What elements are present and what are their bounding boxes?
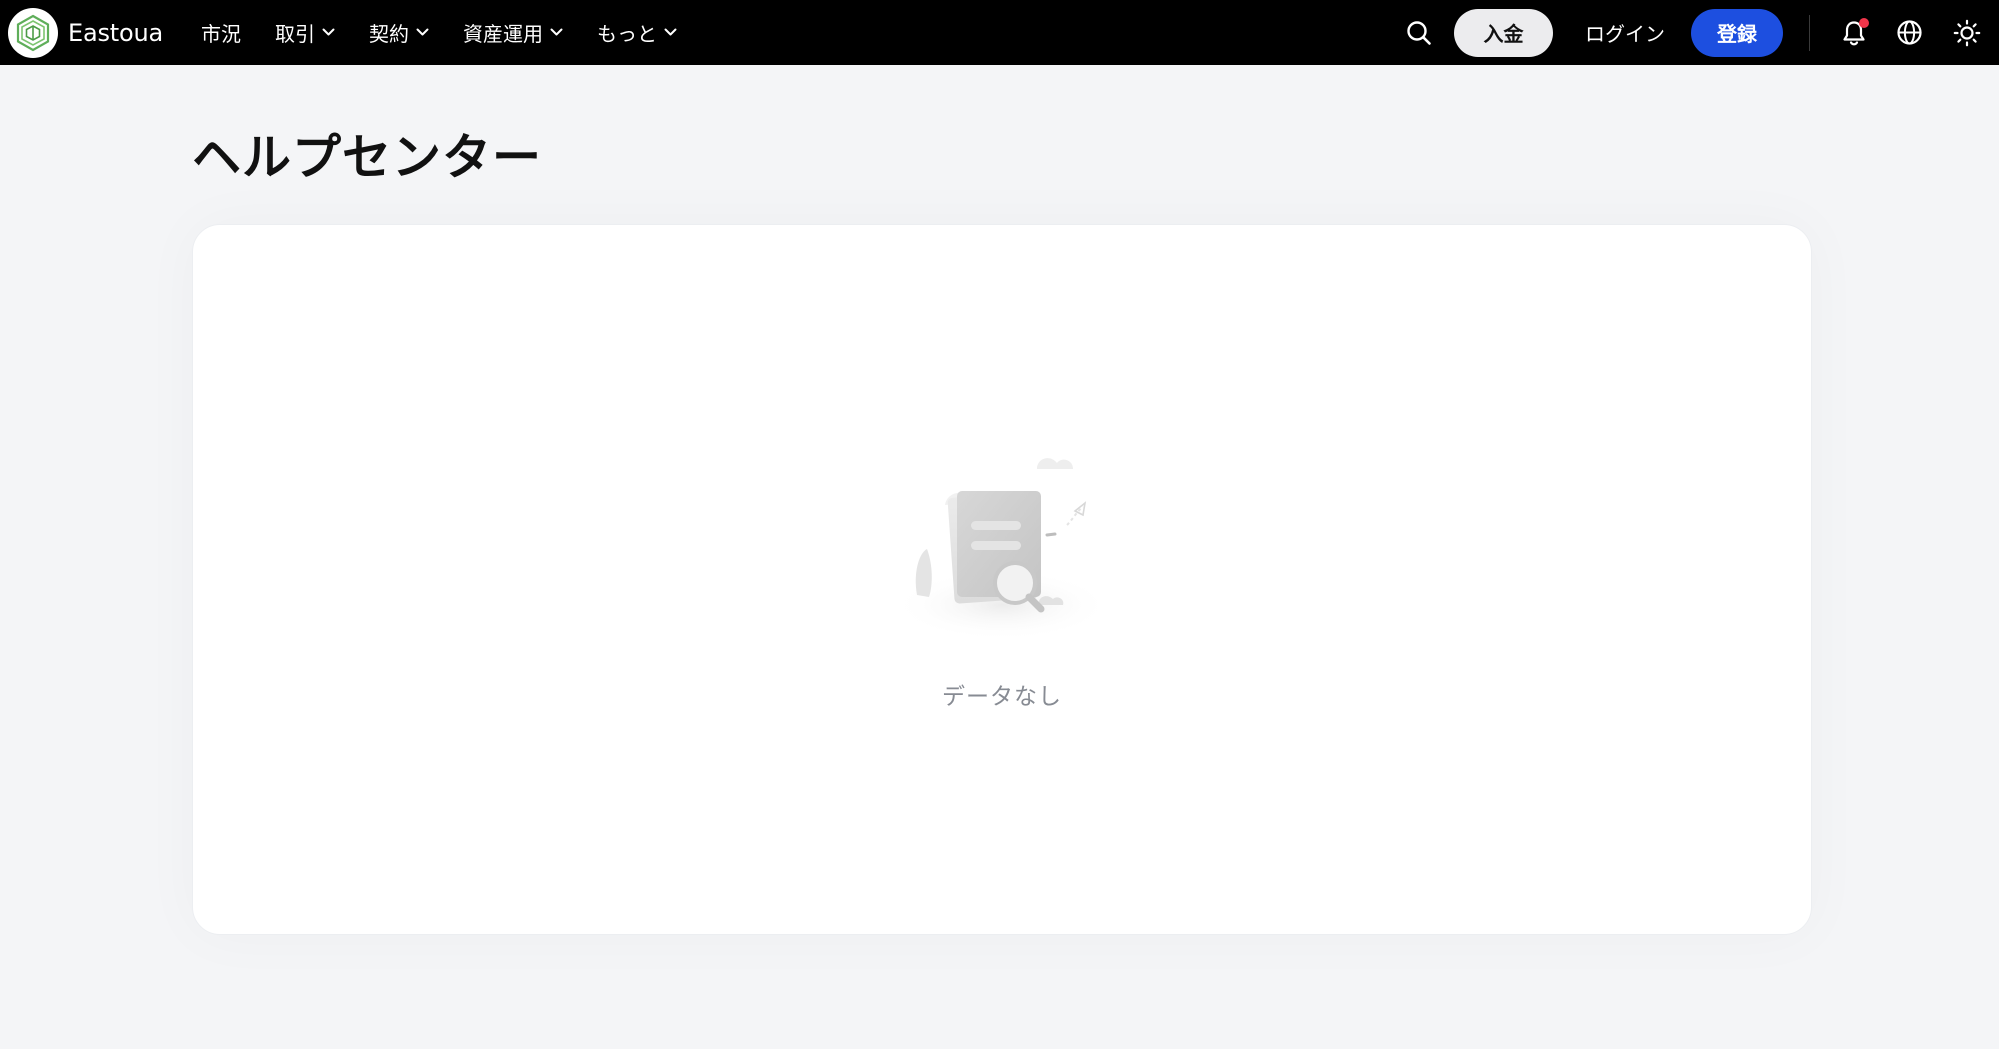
nav-item-label: 市況	[201, 22, 241, 46]
main-nav: 市況 取引 契約 資産運用 もっと	[201, 18, 711, 47]
brand-home-link[interactable]: Eastoua	[8, 7, 163, 58]
nav-item-more[interactable]: もっと	[597, 18, 677, 47]
search-icon[interactable]	[1406, 20, 1432, 46]
top-navbar: Eastoua 市況 取引 契約 資産運用 もっと 入金 ログイン 登録	[0, 0, 1999, 65]
empty-data-illustration-icon	[887, 445, 1117, 645]
brand-logo-icon	[8, 7, 58, 58]
nav-item-label: 取引	[275, 22, 315, 46]
help-center-card: データなし	[192, 224, 1812, 935]
header-divider	[1809, 14, 1810, 51]
page-title: ヘルプセンター	[192, 129, 543, 186]
nav-item-asset-management[interactable]: 資産運用	[463, 18, 563, 47]
chevron-down-icon	[416, 28, 429, 37]
sun-icon[interactable]	[1953, 19, 1981, 47]
globe-icon[interactable]	[1896, 19, 1923, 46]
nav-item-label: 資産運用	[463, 22, 543, 46]
chevron-down-icon	[664, 28, 677, 37]
empty-state: データなし	[193, 445, 1811, 711]
register-button[interactable]: 登録	[1691, 8, 1783, 57]
chevron-down-icon	[550, 28, 563, 37]
login-link[interactable]: ログイン	[1585, 18, 1665, 47]
nav-item-label: もっと	[597, 22, 657, 46]
notification-dot	[1859, 17, 1869, 28]
nav-item-market[interactable]: 市況	[201, 18, 241, 47]
nav-item-contract[interactable]: 契約	[369, 18, 429, 47]
nav-item-trade[interactable]: 取引	[275, 18, 335, 47]
header-actions: 入金 ログイン 登録	[1406, 0, 1999, 65]
empty-state-text: データなし	[942, 684, 1062, 710]
chevron-down-icon	[322, 28, 335, 37]
deposit-button[interactable]: 入金	[1454, 8, 1553, 57]
nav-item-label: 契約	[369, 22, 409, 46]
brand-name: Eastoua	[68, 18, 163, 47]
bell-icon[interactable]	[1842, 17, 1869, 46]
